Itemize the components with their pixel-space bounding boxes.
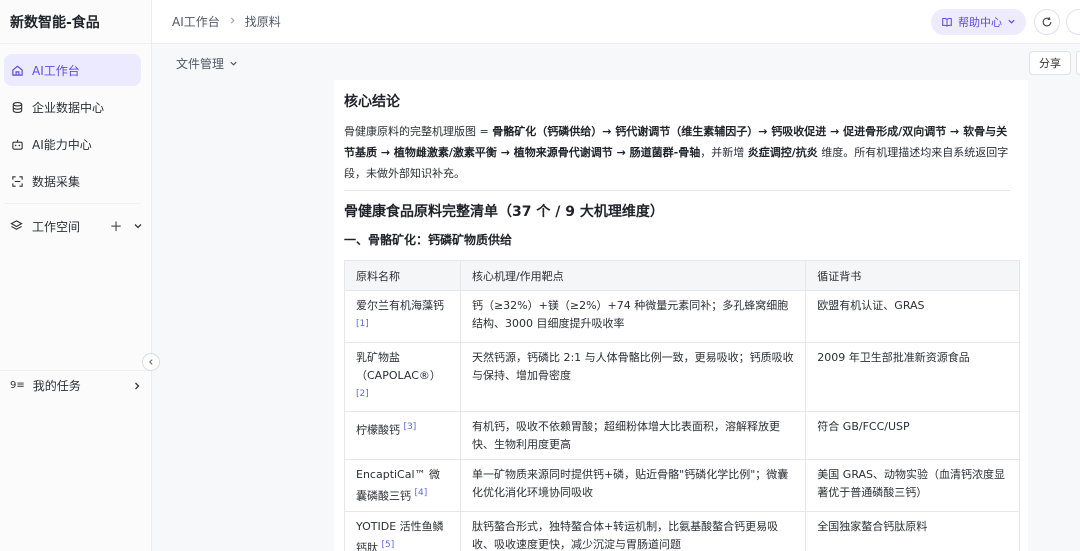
ingredient-name-cell: EncaptiCal™ 微囊磷酸三钙 [4]: [344, 459, 461, 512]
sidebar-nav: AI工作台 企业数据中心 AI能力中心 数据采集: [0, 44, 151, 197]
chevron-right-icon: [135, 382, 140, 389]
sidebar-item-label: AI工作台: [32, 63, 80, 78]
chevron-down-icon[interactable]: [129, 217, 147, 235]
ingredient-name: EncaptiCal™ 微囊磷酸三钙: [356, 468, 441, 503]
home-icon: [10, 63, 24, 77]
sidebar-item-my-tasks[interactable]: 9≡ 我的任务: [0, 370, 152, 400]
topbar: AI工作台 找原料 帮助中心: [152, 0, 1080, 44]
citation-link[interactable]: [5]: [382, 540, 395, 550]
ingredient-name-cell: 乳矿物盐（CAPOLAC®） [2]: [344, 341, 461, 413]
document-content: 核心结论 骨健康原料的完整机理版图 = 骨骼矿化（钙磷供给）→ 钙代谢调节（维生…: [334, 80, 1028, 551]
refresh-button[interactable]: [1034, 8, 1060, 35]
file-manager-label: 文件管理: [176, 57, 225, 71]
sidebar-divider: [4, 203, 141, 204]
refresh-icon: [1042, 16, 1052, 26]
sidebar-item-ai-workbench[interactable]: AI工作台: [4, 54, 141, 86]
ingredient-list-title: 骨健康食品原料完整清单（37 个 / 9 大机理维度）: [344, 204, 664, 220]
sidebar-item-label: 企业数据中心: [32, 100, 105, 115]
more-button[interactable]: [1066, 8, 1080, 35]
sidebar-item-data-collection[interactable]: 数据采集: [4, 165, 141, 197]
column-header: 原料名称: [344, 260, 461, 291]
book-icon: [942, 17, 952, 27]
table-row: YOTIDE 活性鱼鳞钙肽 [5] 肽钙螯合形式，独特螯合体+转运机制，比氨基酸…: [344, 510, 1020, 551]
breadcrumb-item-find-ingredients: 找原料: [244, 15, 281, 29]
chevron-left-icon: [149, 359, 153, 365]
table-row: 乳矿物盐（CAPOLAC®） [2] 天然钙源，钙磷比 2:1 与人体骨骼比例一…: [344, 341, 1020, 413]
chevron-down-icon: [1008, 19, 1015, 24]
ingredient-name: 乳矿物盐（CAPOLAC®）: [356, 350, 441, 382]
section-divider: [344, 190, 1010, 191]
sidebar-item-enterprise-data[interactable]: 企业数据中心: [4, 91, 141, 123]
table-header-row: 原料名称 核心机理/作用靶点 循证背书: [344, 260, 1020, 291]
sidebar-collapse-button[interactable]: [142, 353, 160, 371]
mechanism-cell: 单一矿物质来源同时提供钙+磷，贴近骨骼"钙磷化学比例"；微囊化优化消化环境协同吸…: [459, 459, 807, 512]
core-text-part: 骨健康原料的完整机理版图 =: [344, 125, 493, 138]
file-manager-dropdown[interactable]: 文件管理: [176, 55, 238, 72]
scan-icon: [10, 174, 24, 188]
table-row: EncaptiCal™ 微囊磷酸三钙 [4] 单一矿物质来源同时提供钙+磷，贴近…: [344, 459, 1020, 512]
core-text-part: ，并新增: [700, 146, 748, 159]
core-text-bold: 炎症调控/抗炎: [747, 146, 818, 159]
breadcrumb-item-ai-workbench[interactable]: AI工作台: [172, 13, 220, 30]
side-panel-edge[interactable]: [1076, 51, 1080, 75]
section-title: 一、骨骼矿化：钙磷矿物质供给: [344, 233, 513, 247]
task-label: 我的任务: [32, 379, 81, 393]
citation-link[interactable]: [4]: [415, 488, 428, 498]
help-center-button[interactable]: 帮助中心: [931, 8, 1026, 35]
sidebar-item-label: AI能力中心: [32, 137, 92, 152]
mechanism-cell: 有机钙，吸收不依赖胃酸；超细粉体增大比表面积，溶解释放更快、生物利用度更高: [459, 411, 807, 461]
app-root: 新数智能-食品 AI工作台 企业数据中心 AI能力中心 数据采集 工作空间 + …: [0, 0, 1080, 551]
column-header: 循证背书: [805, 260, 1020, 291]
column-header: 核心机理/作用靶点: [459, 260, 807, 291]
mechanism-cell: 钙（≥32%）+镁（≥2%）+74 种微量元素同补；多孔蜂窝细胞结构、3000 …: [459, 290, 807, 343]
mechanism-cell: 肽钙螯合形式，独特螯合体+转运机制，比氨基酸螯合钙更易吸收、吸收速度更快，减少沉…: [459, 510, 807, 551]
workspace-row[interactable]: 工作空间 +: [0, 210, 151, 242]
ingredient-name-cell: 柠檬酸钙 [3]: [344, 411, 461, 461]
database-icon: [10, 100, 24, 114]
robot-icon: [10, 137, 24, 151]
ingredient-name: 爱尔兰有机海藻钙: [356, 299, 444, 312]
evidence-cell: 欧盟有机认证、GRAS: [805, 290, 1020, 343]
core-conclusion-title: 核心结论: [344, 94, 400, 110]
brand-title: 新数智能-食品: [0, 0, 151, 44]
share-button[interactable]: 分享: [1029, 51, 1071, 75]
ingredient-name-cell: 爱尔兰有机海藻钙 [1]: [344, 290, 461, 343]
evidence-cell: 2009 年卫生部批准新资源食品: [805, 341, 1020, 413]
citation-link[interactable]: [2]: [356, 389, 369, 399]
citation-link[interactable]: [3]: [404, 422, 417, 432]
layers-icon: [10, 219, 24, 233]
sidebar-item-label: 数据采集: [32, 174, 81, 189]
citation-link[interactable]: [1]: [356, 319, 369, 329]
evidence-cell: 美国 GRAS、动物实验（血清钙浓度显著优于普通磷酸三钙）: [805, 459, 1020, 512]
table-row: 爱尔兰有机海藻钙 [1] 钙（≥32%）+镁（≥2%）+74 种微量元素同补；多…: [344, 290, 1020, 343]
add-workspace-button[interactable]: +: [107, 217, 125, 235]
sidebar: 新数智能-食品 AI工作台 企业数据中心 AI能力中心 数据采集 工作空间 +: [0, 0, 152, 551]
chevron-down-icon: [230, 61, 237, 66]
task-list-icon: 9≡: [10, 380, 25, 391]
ingredient-name: 柠檬酸钙: [356, 423, 400, 437]
sidebar-item-ai-capability[interactable]: AI能力中心: [4, 128, 141, 160]
evidence-cell: 全国独家螯合钙肽原料: [805, 510, 1020, 551]
workspace-label: 工作空间: [32, 219, 81, 234]
ingredient-table: 原料名称 核心机理/作用靶点 循证背书 爱尔兰有机海藻钙 [1] 钙（≥32%）…: [344, 260, 1020, 551]
core-conclusion-text: 骨健康原料的完整机理版图 = 骨骼矿化（钙磷供给）→ 钙代谢调节（维生素辅因子）…: [344, 121, 1018, 184]
breadcrumb: AI工作台 找原料: [172, 13, 281, 30]
ingredient-name-cell: YOTIDE 活性鱼鳞钙肽 [5]: [344, 510, 461, 551]
ingredient-name: YOTIDE 活性鱼鳞钙肽: [356, 519, 444, 551]
breadcrumb-separator: [228, 15, 237, 28]
evidence-cell: 符合 GB/FCC/USP: [805, 411, 1020, 461]
mechanism-cell: 天然钙源，钙磷比 2:1 与人体骨骼比例一致，更易吸收；钙质吸收与保持、增加骨密…: [459, 341, 807, 413]
help-center-label: 帮助中心: [958, 15, 1002, 29]
table-row: 柠檬酸钙 [3] 有机钙，吸收不依赖胃酸；超细粉体增大比表面积，溶解释放更快、生…: [344, 411, 1020, 461]
